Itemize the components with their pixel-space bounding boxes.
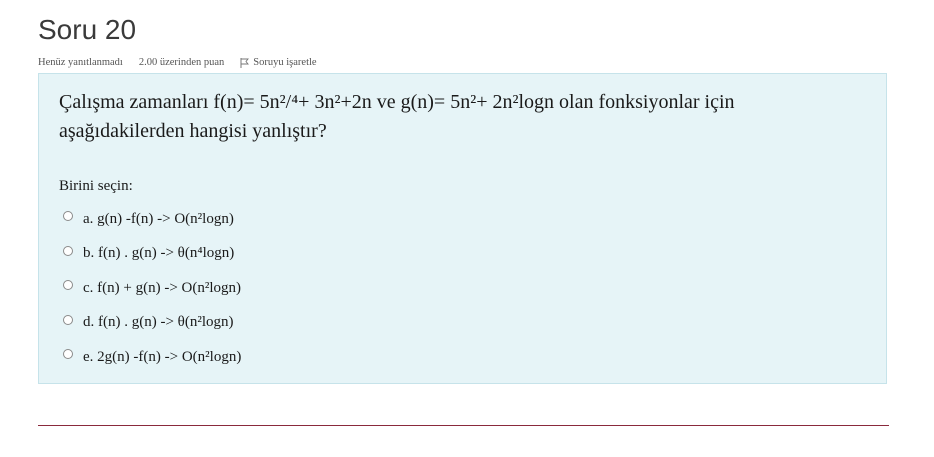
radio-button[interactable] (63, 349, 73, 360)
answer-option-d[interactable]: d. f(n) . g(n) -> θ(n²logn) (63, 306, 241, 341)
question-meta: Henüz yanıtlanmadı 2.00 üzerinden puan S… (38, 57, 317, 68)
answer-option-label: b. f(n) . g(n) -> θ(n⁴logn) (83, 245, 235, 262)
radio-button[interactable] (63, 314, 73, 325)
radio-button[interactable] (63, 245, 73, 256)
question-text-line-2: aşağıdakilerden hangisi yanlıştır? (59, 120, 327, 142)
question-panel: Çalışma zamanları f(n)= 5n²/⁴+ 3n²+2n ve… (38, 73, 887, 384)
answer-option-label: c. f(n) + g(n) -> O(n²logn) (83, 279, 242, 296)
question-title: Soru 20 (38, 14, 137, 45)
question-text: Çalışma zamanları f(n)= 5n²/⁴+ 3n²+2n ve… (59, 88, 859, 146)
flag-icon (240, 57, 250, 68)
flag-question-link[interactable]: Soruyu işaretle (240, 57, 317, 68)
question-points: 2.00 üzerinden puan (138, 57, 225, 68)
section-divider (38, 425, 889, 426)
answer-option-a[interactable]: a. g(n) -f(n) -> O(n²logn) (63, 202, 241, 237)
radio-button[interactable] (63, 280, 73, 291)
answer-option-b[interactable]: b. f(n) . g(n) -> θ(n⁴logn) (63, 237, 241, 272)
radio-button[interactable] (63, 211, 73, 222)
answer-option-c[interactable]: c. f(n) + g(n) -> O(n²logn) (63, 271, 241, 306)
answer-option-e[interactable]: e. 2g(n) -f(n) -> O(n²logn) (63, 340, 241, 375)
answer-option-label: e. 2g(n) -f(n) -> O(n²logn) (83, 348, 242, 365)
answer-option-label: a. g(n) -f(n) -> O(n²logn) (83, 210, 234, 227)
answer-status: Henüz yanıtlanmadı (38, 57, 123, 68)
flag-question-label: Soruyu işaretle (253, 57, 317, 68)
answer-prompt: Birini seçin: (59, 178, 133, 194)
answer-options: a. g(n) -f(n) -> O(n²logn) b. f(n) . g(n… (63, 202, 241, 375)
answer-option-label: d. f(n) . g(n) -> θ(n²logn) (83, 314, 234, 331)
question-text-line-1: Çalışma zamanları f(n)= 5n²/⁴+ 3n²+2n ve… (59, 91, 735, 113)
